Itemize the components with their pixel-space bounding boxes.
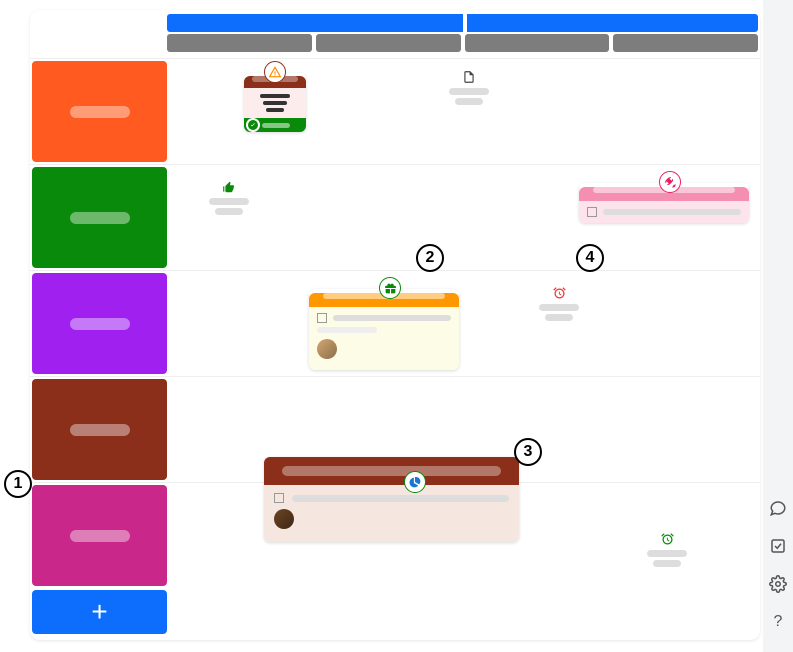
callout-4: 4 (576, 244, 604, 272)
card-body (264, 485, 519, 542)
callout-1: 1 (4, 470, 32, 498)
chat-icon[interactable] (768, 498, 788, 518)
row-label[interactable] (32, 61, 167, 162)
row-label[interactable] (32, 167, 167, 268)
header-columns (165, 10, 760, 58)
avatar[interactable] (274, 509, 294, 529)
rocket-icon (659, 171, 681, 193)
warning-icon (264, 61, 286, 83)
file-icon (461, 69, 477, 85)
avatar[interactable] (317, 339, 337, 359)
row-title-placeholder (70, 318, 130, 330)
board-row (30, 164, 760, 270)
add-row: + (30, 588, 760, 636)
card-body (309, 307, 459, 370)
row-body (169, 59, 760, 164)
header-cells (167, 34, 758, 52)
kanban-board: + (30, 10, 760, 640)
card[interactable] (264, 457, 519, 542)
card-body (579, 201, 749, 223)
row-body (169, 483, 760, 588)
help-icon[interactable]: ? (768, 612, 788, 632)
alarm-icon (551, 285, 567, 301)
card-header (264, 457, 519, 485)
row-title-placeholder (70, 212, 130, 224)
row-title-placeholder (70, 530, 130, 542)
column-header[interactable] (316, 34, 461, 52)
row-label[interactable] (32, 485, 167, 586)
board-row (30, 270, 760, 376)
board-row (30, 482, 760, 588)
callout-3: 3 (514, 438, 542, 466)
header-spacer (30, 10, 165, 58)
card-footer (244, 118, 306, 132)
row-label[interactable] (32, 379, 167, 480)
mini-item-file[interactable] (449, 69, 489, 105)
checkbox-icon[interactable] (317, 313, 327, 323)
approve-icon[interactable] (768, 536, 788, 556)
row-title-placeholder (70, 106, 130, 118)
callout-2: 2 (416, 244, 444, 272)
header-top-bar (167, 14, 758, 32)
board-rows (30, 58, 760, 588)
gift-icon (379, 277, 401, 299)
mini-item-alarm[interactable] (539, 285, 579, 321)
column-header[interactable] (167, 34, 312, 52)
checkbox-icon[interactable] (274, 493, 284, 503)
mini-item-alarm[interactable] (647, 531, 687, 567)
plus-icon: + (91, 598, 107, 626)
row-title-placeholder (70, 424, 130, 436)
add-row-button[interactable]: + (32, 590, 167, 634)
column-header[interactable] (465, 34, 610, 52)
card[interactable] (309, 289, 459, 370)
checkbox-icon[interactable] (587, 207, 597, 217)
board-row (30, 58, 760, 164)
row-label[interactable] (32, 273, 167, 374)
piechart-icon (404, 471, 426, 493)
column-header[interactable] (613, 34, 758, 52)
board-header (30, 10, 760, 58)
side-panel: ? (763, 0, 793, 652)
settings-icon[interactable] (768, 574, 788, 594)
row-body (169, 165, 760, 270)
mini-item-thumbs[interactable] (209, 179, 249, 215)
alarm-icon (659, 531, 675, 547)
card-body (244, 88, 306, 118)
row-body (169, 271, 760, 376)
thumbs-up-icon (221, 179, 237, 195)
